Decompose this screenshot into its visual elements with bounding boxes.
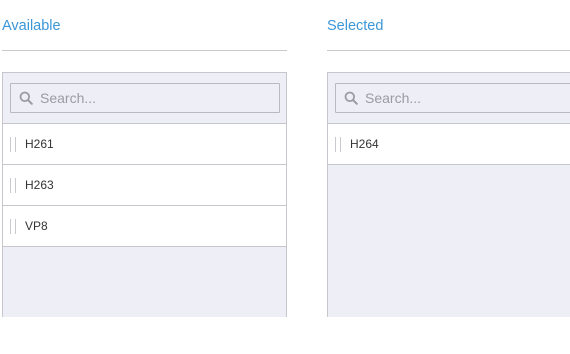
available-header: Available [2,0,287,51]
list-item[interactable]: H263 [3,165,286,206]
item-label: VP8 [25,219,48,233]
available-search-field[interactable] [10,83,280,113]
item-label: H261 [25,137,54,151]
selected-search-field[interactable] [335,83,570,113]
available-list: H261 H263 VP8 [2,72,287,317]
selected-panel: Selected H264 [327,0,570,317]
selected-list: H264 [327,72,570,317]
available-title: Available [2,18,61,34]
selected-search-input[interactable] [365,84,565,112]
item-label: H263 [25,178,54,192]
search-icon [344,91,358,105]
available-panel: Available H261 H263 VP8 [2,0,287,317]
list-item[interactable]: H264 [328,124,570,165]
selected-header: Selected [327,0,570,51]
drag-handle-icon[interactable] [10,219,16,234]
selected-title: Selected [327,18,384,34]
drag-handle-icon[interactable] [10,137,16,152]
list-item[interactable]: VP8 [3,206,286,247]
available-search-input[interactable] [40,84,240,112]
item-label: H264 [350,137,379,151]
drag-handle-icon[interactable] [335,137,341,152]
search-icon [19,91,33,105]
selected-search-container [328,73,570,124]
drag-handle-icon[interactable] [10,178,16,193]
list-item[interactable]: H261 [3,124,286,165]
available-search-container [3,73,286,124]
